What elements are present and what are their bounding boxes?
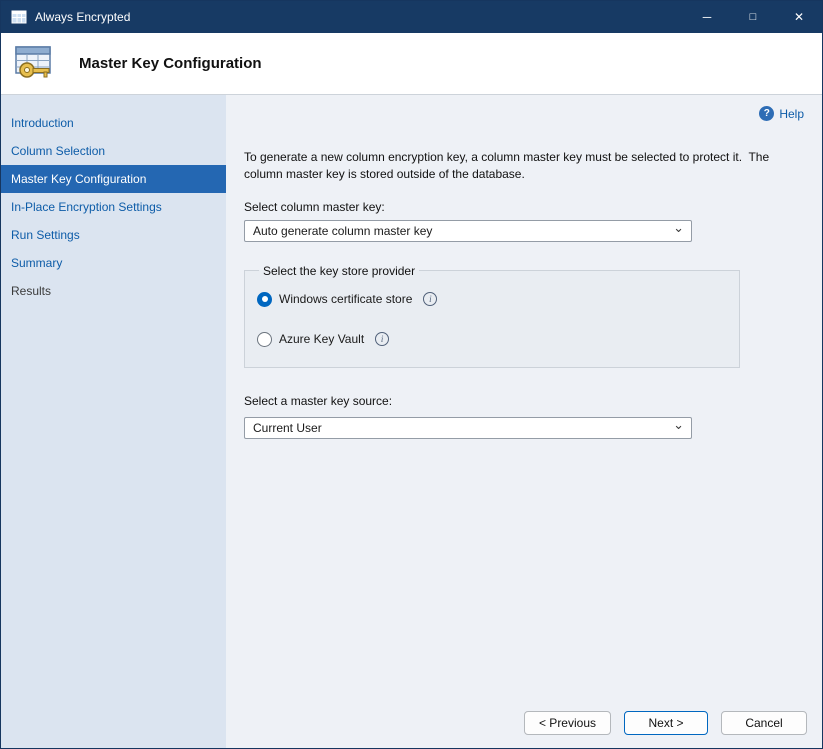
step-master-key-configuration[interactable]: Master Key Configuration [1,165,226,193]
help-icon: ? [759,106,774,121]
wizard-header: Master Key Configuration [1,33,822,95]
help-label: Help [779,107,804,121]
wizard-steps-sidebar: Introduction Column Selection Master Key… [1,95,226,748]
column-master-key-value: Auto generate column master key [253,224,432,238]
radio-unselected-icon[interactable] [257,332,272,347]
column-master-key-dropdown[interactable]: Auto generate column master key ⌄ [244,220,692,242]
key-store-provider-legend: Select the key store provider [259,264,419,278]
minimize-button[interactable]: ─ [684,1,730,33]
help-row: ? Help [244,105,804,125]
chevron-down-icon: ⌄ [673,223,684,233]
step-run-settings[interactable]: Run Settings [1,221,226,249]
radio-azure-key-vault-label: Azure Key Vault [279,332,364,346]
wizard-footer: < Previous Next > Cancel [524,711,807,735]
key-store-provider-group: Select the key store provider Windows ce… [244,264,740,368]
master-key-source-value: Current User [253,421,322,435]
step-in-place-encryption-settings[interactable]: In-Place Encryption Settings [1,193,226,221]
maximize-button[interactable]: □ [730,1,776,33]
radio-windows-certificate-store-label: Windows certificate store [279,292,412,306]
cancel-button[interactable]: Cancel [721,711,807,735]
window-title: Always Encrypted [35,10,130,24]
master-key-table-icon [13,43,57,85]
previous-button[interactable]: < Previous [524,711,611,735]
step-column-selection[interactable]: Column Selection [1,137,226,165]
title-bar: Always Encrypted ─ □ ✕ [1,1,822,33]
window-controls: ─ □ ✕ [684,1,822,33]
step-introduction[interactable]: Introduction [1,109,226,137]
radio-selected-icon[interactable] [257,292,272,307]
master-key-configuration-panel: ? Help To generate a new column encrypti… [226,95,822,748]
info-icon[interactable]: i [423,292,437,306]
close-button[interactable]: ✕ [776,1,822,33]
master-key-source-dropdown[interactable]: Current User ⌄ [244,417,692,439]
chevron-down-icon: ⌄ [673,420,684,430]
radio-azure-key-vault[interactable]: Azure Key Vault i [257,332,727,347]
next-button[interactable]: Next > [624,711,708,735]
app-icon [11,9,27,25]
step-summary[interactable]: Summary [1,249,226,277]
info-icon[interactable]: i [375,332,389,346]
always-encrypted-window: Always Encrypted ─ □ ✕ Master Key Config… [0,0,823,749]
step-results: Results [1,277,226,305]
page-title: Master Key Configuration [79,55,262,72]
help-link[interactable]: ? Help [759,106,804,121]
wizard-body: Introduction Column Selection Master Key… [1,95,822,748]
master-key-source-label: Select a master key source: [244,394,804,408]
radio-windows-certificate-store[interactable]: Windows certificate store i [257,292,727,307]
description-text: To generate a new column encryption key,… [244,149,792,183]
column-master-key-label: Select column master key: [244,200,804,214]
